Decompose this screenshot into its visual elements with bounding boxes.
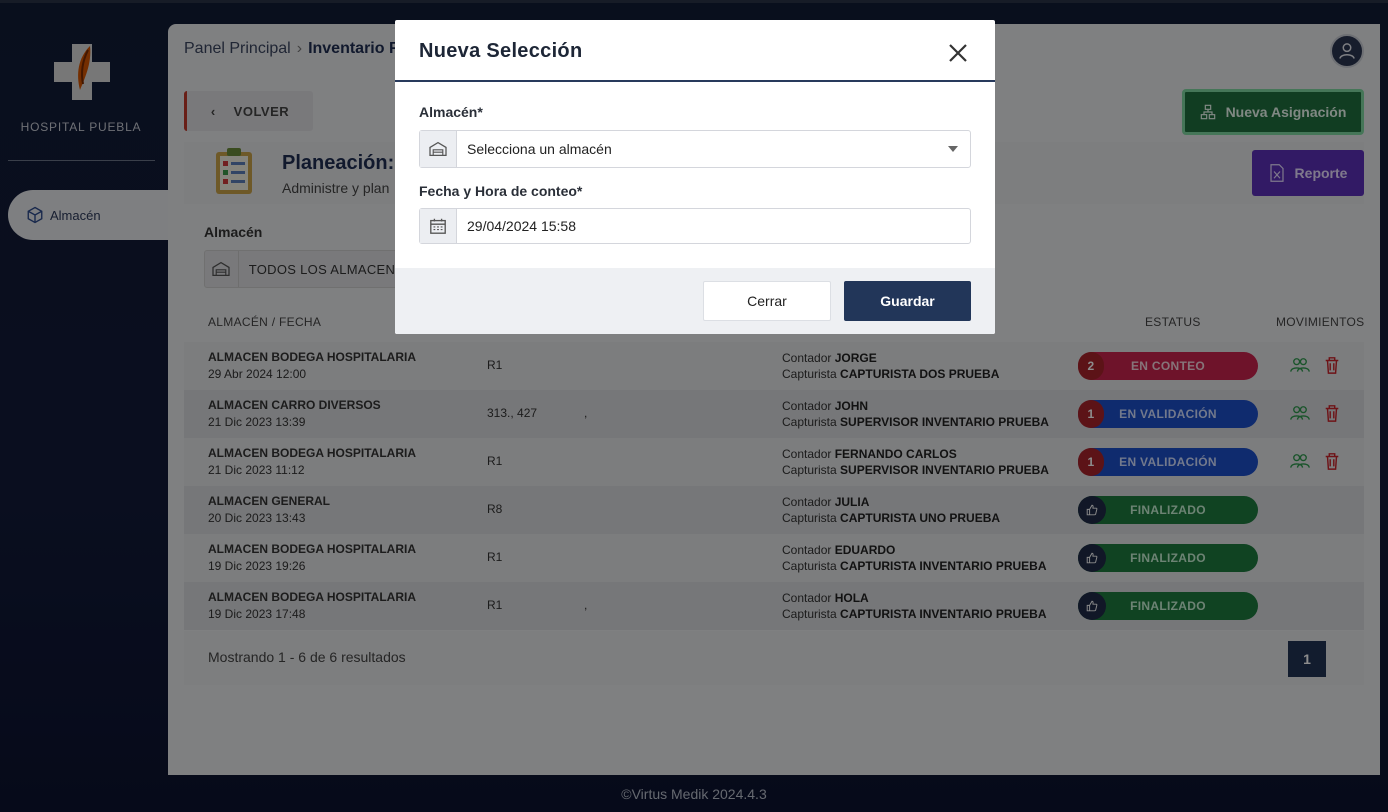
modal-header: Nueva Selección: [395, 20, 995, 82]
new-selection-modal: Nueva Selección Almacén* Selecciona un a…: [395, 20, 995, 334]
close-button[interactable]: Cerrar: [703, 281, 831, 321]
warehouse-icon: [420, 131, 457, 167]
datetime-value: 29/04/2024 15:58: [467, 218, 576, 234]
datetime-input[interactable]: 29/04/2024 15:58: [419, 208, 971, 244]
caret-down-icon: [948, 146, 958, 152]
modal-title: Nueva Selección: [419, 40, 583, 62]
warehouse-select[interactable]: Selecciona un almacén: [419, 130, 971, 168]
datetime-field-label: Fecha y Hora de conteo*: [419, 183, 583, 199]
modal-footer: Cerrar Guardar: [395, 268, 995, 334]
save-button[interactable]: Guardar: [844, 281, 971, 321]
warehouse-select-value: Selecciona un almacén: [467, 141, 612, 157]
warehouse-field-label: Almacén*: [419, 104, 483, 120]
calendar-icon: [420, 209, 457, 243]
close-icon[interactable]: [947, 42, 969, 64]
